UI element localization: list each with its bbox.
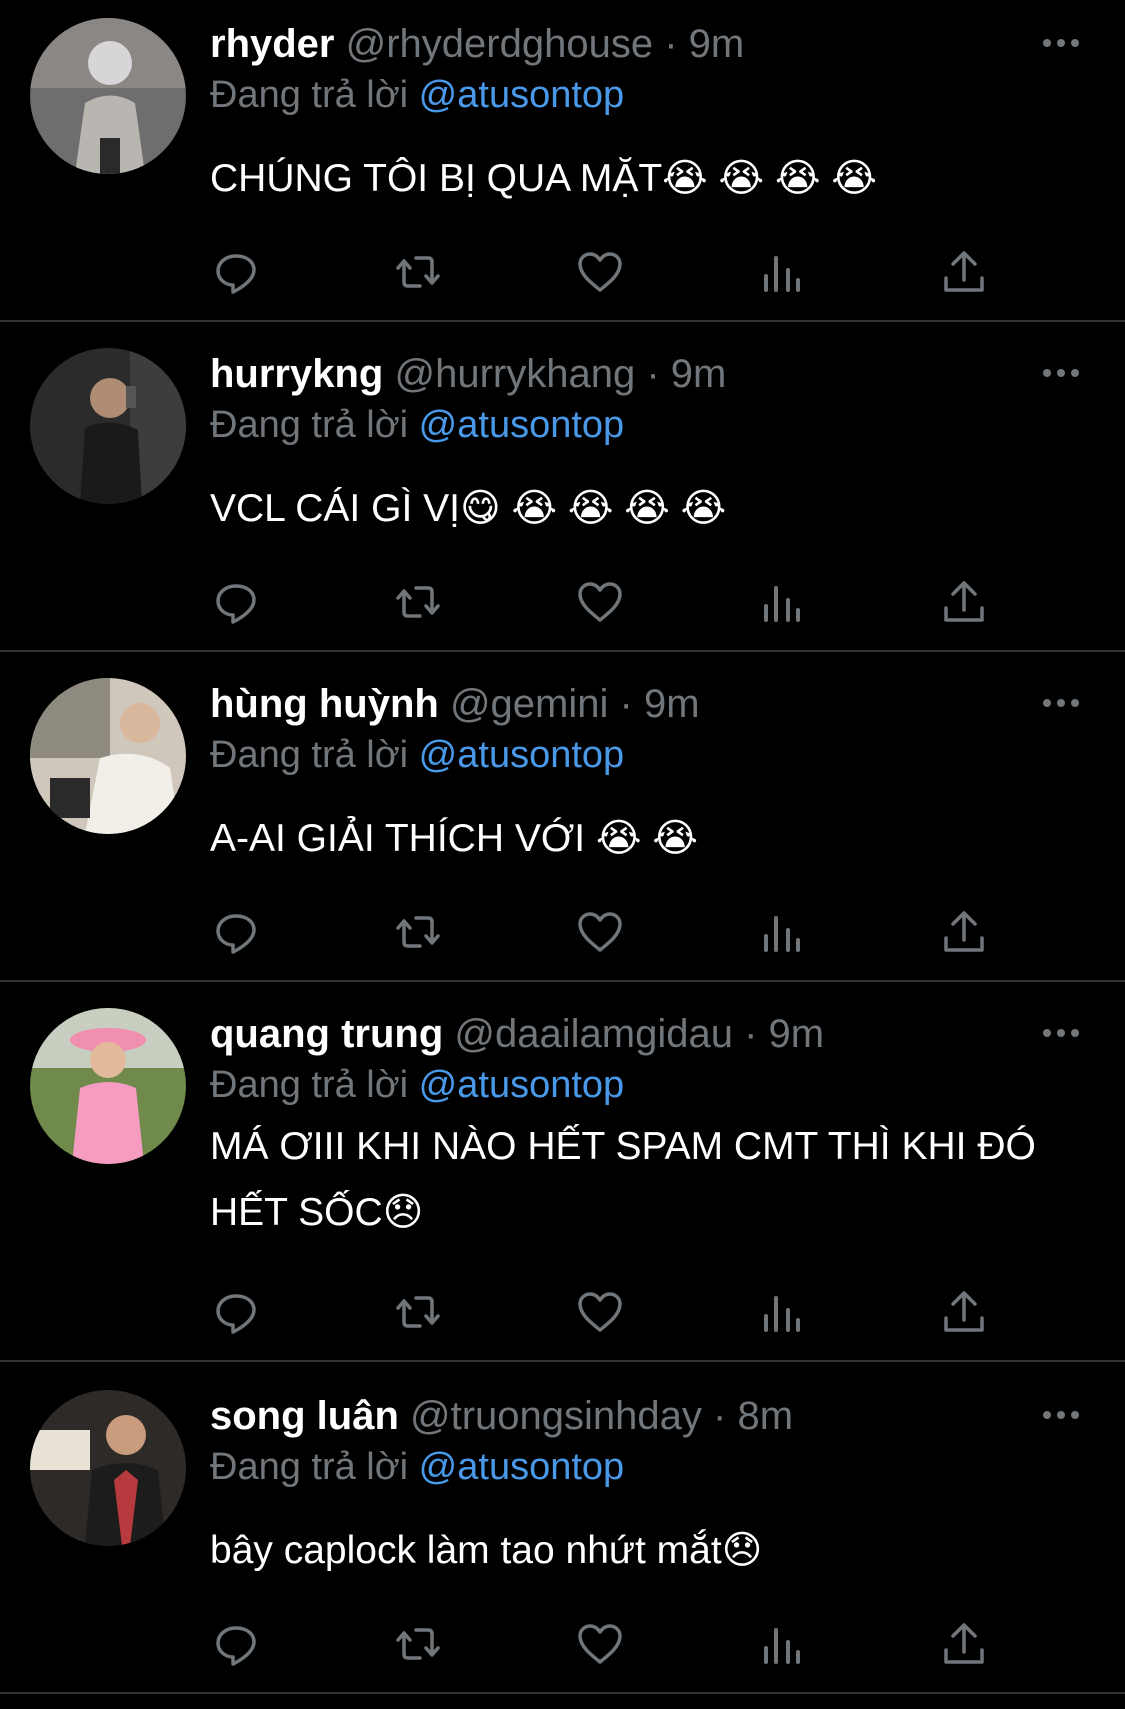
avatar[interactable] xyxy=(30,1390,186,1546)
like-icon[interactable] xyxy=(576,908,624,956)
display-name[interactable]: hurrykng xyxy=(210,352,383,396)
username[interactable]: @daailamgidau xyxy=(454,1012,733,1056)
action-bar xyxy=(210,1620,1000,1668)
divider xyxy=(0,1360,1125,1362)
display-name[interactable]: quang trung xyxy=(210,1012,443,1056)
display-name[interactable]: hùng huỳnh xyxy=(210,682,439,726)
replying-to: Đang trả lời @atusontop xyxy=(210,732,624,778)
avatar[interactable] xyxy=(30,1008,186,1164)
tweet-header: hùng huỳnh @gemini · 9m xyxy=(210,680,700,728)
separator: · xyxy=(664,22,678,66)
tweet-header: song luân @truongsinhday · 8m xyxy=(210,1392,793,1440)
reply-icon[interactable] xyxy=(212,1620,260,1668)
more-options-icon[interactable] xyxy=(1040,1020,1082,1046)
replying-to-label: Đang trả lời xyxy=(210,404,409,446)
action-bar xyxy=(210,578,1000,626)
divider xyxy=(0,980,1125,982)
like-icon[interactable] xyxy=(576,1620,624,1668)
tweet-text: bây caplock làm tao nhứt mắt😞 xyxy=(210,1529,763,1572)
avatar[interactable] xyxy=(30,678,186,834)
separator: · xyxy=(713,1394,727,1438)
tweet-header: rhyder @rhyderdghouse · 9m xyxy=(210,20,744,68)
more-options-icon[interactable] xyxy=(1040,690,1082,716)
reply-mention-link[interactable]: @atusontop xyxy=(419,1446,625,1488)
more-options-icon[interactable] xyxy=(1040,1402,1082,1428)
replying-to-label: Đang trả lời xyxy=(210,734,409,776)
divider xyxy=(0,1692,1125,1694)
avatar[interactable] xyxy=(30,348,186,504)
tweet-text: A-AI GIẢI THÍCH VỚI 😭 😭 xyxy=(210,817,698,860)
replying-to-label: Đang trả lời xyxy=(210,74,409,116)
retweet-icon[interactable] xyxy=(394,908,442,956)
share-icon[interactable] xyxy=(940,578,988,626)
username[interactable]: @gemini xyxy=(450,682,608,726)
views-icon[interactable] xyxy=(758,1620,806,1668)
replying-to: Đang trả lời @atusontop xyxy=(210,402,624,448)
retweet-icon[interactable] xyxy=(394,1620,442,1668)
like-icon[interactable] xyxy=(576,578,624,626)
share-icon[interactable] xyxy=(940,248,988,296)
share-icon[interactable] xyxy=(940,908,988,956)
share-icon[interactable] xyxy=(940,1288,988,1336)
tweet[interactable]: quang trung @daailamgidau · 9m Đang trả … xyxy=(0,990,1125,1362)
replying-to: Đang trả lời @atusontop xyxy=(210,1062,624,1108)
username[interactable]: @hurrykhang xyxy=(394,352,635,396)
tweet-text: VCL CÁI GÌ VỊ😋 😭 😭 😭 😭 xyxy=(210,487,727,530)
action-bar xyxy=(210,248,1000,296)
reply-mention-link[interactable]: @atusontop xyxy=(419,74,625,116)
tweet[interactable]: rhyder @rhyderdghouse · 9m Đang trả lời … xyxy=(0,0,1125,322)
replying-to: Đang trả lời @atusontop xyxy=(210,1444,624,1490)
retweet-icon[interactable] xyxy=(394,248,442,296)
views-icon[interactable] xyxy=(758,908,806,956)
reply-icon[interactable] xyxy=(212,908,260,956)
views-icon[interactable] xyxy=(758,248,806,296)
separator: · xyxy=(646,352,660,396)
timestamp[interactable]: 9m xyxy=(671,352,727,396)
separator: · xyxy=(619,682,633,726)
tweet-header: quang trung @daailamgidau · 9m xyxy=(210,1010,824,1058)
tweet[interactable]: hùng huỳnh @gemini · 9m Đang trả lời @at… xyxy=(0,660,1125,982)
more-options-icon[interactable] xyxy=(1040,30,1082,56)
share-icon[interactable] xyxy=(940,1620,988,1668)
reply-mention-link[interactable]: @atusontop xyxy=(419,404,625,446)
display-name[interactable]: rhyder xyxy=(210,22,335,66)
like-icon[interactable] xyxy=(576,248,624,296)
replying-to: Đang trả lời @atusontop xyxy=(210,72,624,118)
reply-icon[interactable] xyxy=(212,578,260,626)
timestamp[interactable]: 9m xyxy=(689,22,745,66)
tweet-header: hurrykng @hurrykhang · 9m xyxy=(210,350,726,398)
replying-to-label: Đang trả lời xyxy=(210,1446,409,1488)
retweet-icon[interactable] xyxy=(394,578,442,626)
username[interactable]: @rhyderdghouse xyxy=(346,22,653,66)
avatar[interactable] xyxy=(30,18,186,174)
tweet-text: MÁ ƠIII KHI NÀO HẾT SPAM CMT THÌ KHI ĐÓ … xyxy=(210,1125,1036,1234)
views-icon[interactable] xyxy=(758,578,806,626)
username[interactable]: @truongsinhday xyxy=(410,1394,702,1438)
divider xyxy=(0,320,1125,322)
action-bar xyxy=(210,1288,1000,1336)
reply-mention-link[interactable]: @atusontop xyxy=(419,734,625,776)
timestamp[interactable]: 9m xyxy=(769,1012,825,1056)
reply-icon[interactable] xyxy=(212,248,260,296)
views-icon[interactable] xyxy=(758,1288,806,1336)
action-bar xyxy=(210,908,1000,956)
retweet-icon[interactable] xyxy=(394,1288,442,1336)
timestamp[interactable]: 9m xyxy=(644,682,700,726)
tweet[interactable]: song luân @truongsinhday · 8m Đang trả l… xyxy=(0,1372,1125,1709)
separator: · xyxy=(744,1012,758,1056)
divider xyxy=(0,650,1125,652)
timestamp[interactable]: 8m xyxy=(738,1394,794,1438)
tweet[interactable]: hurrykng @hurrykhang · 9m Đang trả lời @… xyxy=(0,330,1125,652)
more-options-icon[interactable] xyxy=(1040,360,1082,386)
tweet-text: CHÚNG TÔI BỊ QUA MẶT😭 😭 😭 😭 xyxy=(210,157,877,200)
replying-to-label: Đang trả lời xyxy=(210,1064,409,1106)
display-name[interactable]: song luân xyxy=(210,1394,399,1438)
reply-icon[interactable] xyxy=(212,1288,260,1336)
like-icon[interactable] xyxy=(576,1288,624,1336)
reply-mention-link[interactable]: @atusontop xyxy=(419,1064,625,1106)
